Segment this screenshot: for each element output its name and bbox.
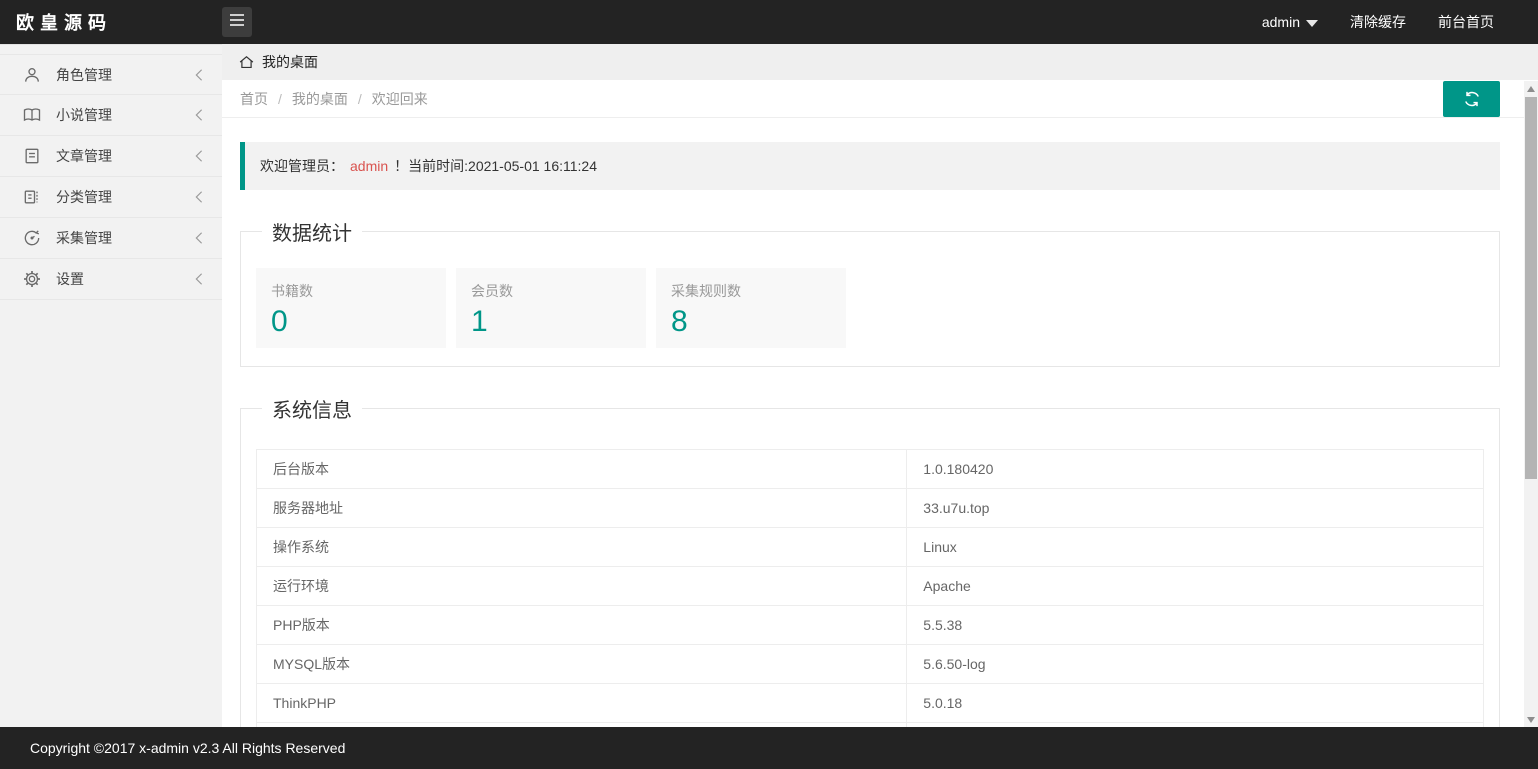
stat-card-members[interactable]: 会员数 1 (456, 268, 646, 348)
sidebar-item-label: 分类管理 (56, 187, 194, 207)
info-value: 50M (907, 723, 1484, 728)
stat-value: 8 (671, 305, 831, 338)
system-info-section: 系统信息 后台版本 1.0.180420 服务器地址 33.u7u.top 操作… (240, 394, 1500, 727)
sidebar-item-roles[interactable]: 角色管理 (0, 54, 222, 95)
page-content: 欢迎管理员： admin ！当前时间:2021-05-01 16:11:24 数… (222, 118, 1538, 727)
info-label: 操作系统 (257, 528, 907, 567)
user-icon (22, 65, 42, 85)
sidebar-item-label: 文章管理 (56, 146, 194, 166)
topbar-actions: admin 清除缓存 前台首页 (1246, 0, 1510, 44)
stat-label: 书籍数 (271, 281, 431, 301)
refresh-button[interactable] (1443, 81, 1500, 117)
chevron-left-icon (194, 108, 204, 122)
topbar: 欧皇源码 admin 清除缓存 前台首页 (0, 0, 1538, 44)
vertical-scrollbar[interactable] (1524, 81, 1538, 727)
table-row: 运行环境 Apache (257, 567, 1484, 606)
info-value: Apache (907, 567, 1484, 606)
category-icon (22, 187, 42, 207)
info-value: 5.5.38 (907, 606, 1484, 645)
stat-label: 采集规则数 (671, 281, 831, 301)
book-icon (22, 105, 42, 125)
article-icon (22, 146, 42, 166)
info-value: 1.0.180420 (907, 450, 1484, 489)
info-value: Linux (907, 528, 1484, 567)
info-label: 后台版本 (257, 450, 907, 489)
stats-section: 数据统计 书籍数 0 会员数 1 采集规则数 8 (240, 217, 1500, 367)
menu-toggle-button[interactable] (222, 7, 252, 37)
sidebar-item-label: 小说管理 (56, 105, 194, 125)
copyright-text: Copyright ©2017 x-admin v2.3 All Rights … (30, 740, 345, 756)
system-info-title: 系统信息 (262, 394, 362, 423)
sidebar-item-label: 角色管理 (56, 65, 194, 85)
hamburger-icon (228, 12, 246, 33)
app-logo: 欧皇源码 (0, 9, 222, 35)
refresh-icon (1462, 89, 1482, 109)
stat-value: 0 (271, 305, 431, 338)
info-label: 上传附件限制 (257, 723, 907, 728)
sidebar-item-collect[interactable]: 采集管理 (0, 218, 222, 259)
info-value: 5.0.18 (907, 684, 1484, 723)
stat-card-books[interactable]: 书籍数 0 (256, 268, 446, 348)
table-row: 上传附件限制 50M (257, 723, 1484, 728)
main-area: 我的桌面 首页 / 我的桌面 / 欢迎回来 欢迎管理员： admin (222, 44, 1538, 727)
chevron-left-icon (194, 149, 204, 163)
scroll-up-arrow-icon[interactable] (1524, 81, 1538, 96)
welcome-alert: 欢迎管理员： admin ！当前时间:2021-05-01 16:11:24 (240, 142, 1500, 190)
sidebar-item-categories[interactable]: 分类管理 (0, 177, 222, 218)
scrollbar-thumb[interactable] (1525, 97, 1537, 479)
breadcrumb-welcome[interactable]: 欢迎回来 (372, 89, 428, 109)
sidebar-item-label: 采集管理 (56, 228, 194, 248)
info-label: 运行环境 (257, 567, 907, 606)
clear-cache-button[interactable]: 清除缓存 (1334, 12, 1422, 32)
table-row: MYSQL版本 5.6.50-log (257, 645, 1484, 684)
info-label: 服务器地址 (257, 489, 907, 528)
table-row: ThinkPHP 5.0.18 (257, 684, 1484, 723)
stat-card-collect-rules[interactable]: 采集规则数 8 (656, 268, 846, 348)
table-row: PHP版本 5.5.38 (257, 606, 1484, 645)
chevron-left-icon (194, 68, 204, 82)
tab-label: 我的桌面 (262, 52, 318, 72)
breadcrumb-separator: / (358, 91, 362, 107)
gear-icon (22, 269, 42, 289)
breadcrumb-home[interactable]: 首页 (240, 89, 268, 109)
user-dropdown[interactable]: admin (1246, 14, 1334, 30)
breadcrumb-desktop[interactable]: 我的桌面 (292, 89, 348, 109)
sidebar-item-novels[interactable]: 小说管理 (0, 95, 222, 136)
sidebar-item-articles[interactable]: 文章管理 (0, 136, 222, 177)
table-row: 服务器地址 33.u7u.top (257, 489, 1484, 528)
welcome-prefix: 欢迎管理员： (260, 156, 344, 176)
table-row: 操作系统 Linux (257, 528, 1484, 567)
stat-label: 会员数 (471, 281, 631, 301)
welcome-suffix: ！当前时间:2021-05-01 16:11:24 (394, 156, 597, 176)
scroll-down-arrow-icon[interactable] (1524, 712, 1538, 727)
sidebar: 角色管理 小说管理 文章管理 (0, 44, 222, 727)
home-icon (238, 54, 255, 71)
user-name: admin (1262, 14, 1300, 30)
info-value: 33.u7u.top (907, 489, 1484, 528)
info-value: 5.6.50-log (907, 645, 1484, 684)
stat-cards: 书籍数 0 会员数 1 采集规则数 8 (256, 246, 1484, 348)
info-label: MYSQL版本 (257, 645, 907, 684)
chevron-left-icon (194, 231, 204, 245)
footer: Copyright ©2017 x-admin v2.3 All Rights … (0, 727, 1538, 769)
tab-my-desktop[interactable]: 我的桌面 (238, 52, 318, 72)
tab-bar: 我的桌面 (222, 44, 1538, 80)
table-row: 后台版本 1.0.180420 (257, 450, 1484, 489)
collect-icon (22, 228, 42, 248)
stats-title: 数据统计 (262, 217, 362, 246)
sidebar-item-label: 设置 (56, 269, 194, 289)
chevron-left-icon (194, 272, 204, 286)
sidebar-item-settings[interactable]: 设置 (0, 259, 222, 300)
caret-down-icon (1306, 20, 1318, 27)
breadcrumb-bar: 首页 / 我的桌面 / 欢迎回来 (222, 80, 1538, 118)
front-home-link[interactable]: 前台首页 (1422, 12, 1510, 32)
welcome-username: admin (344, 158, 394, 174)
info-label: ThinkPHP (257, 684, 907, 723)
breadcrumb: 首页 / 我的桌面 / 欢迎回来 (240, 89, 428, 109)
system-info-table: 后台版本 1.0.180420 服务器地址 33.u7u.top 操作系统 Li… (256, 449, 1484, 727)
info-label: PHP版本 (257, 606, 907, 645)
breadcrumb-separator: / (278, 91, 282, 107)
stat-value: 1 (471, 305, 631, 338)
chevron-left-icon (194, 190, 204, 204)
